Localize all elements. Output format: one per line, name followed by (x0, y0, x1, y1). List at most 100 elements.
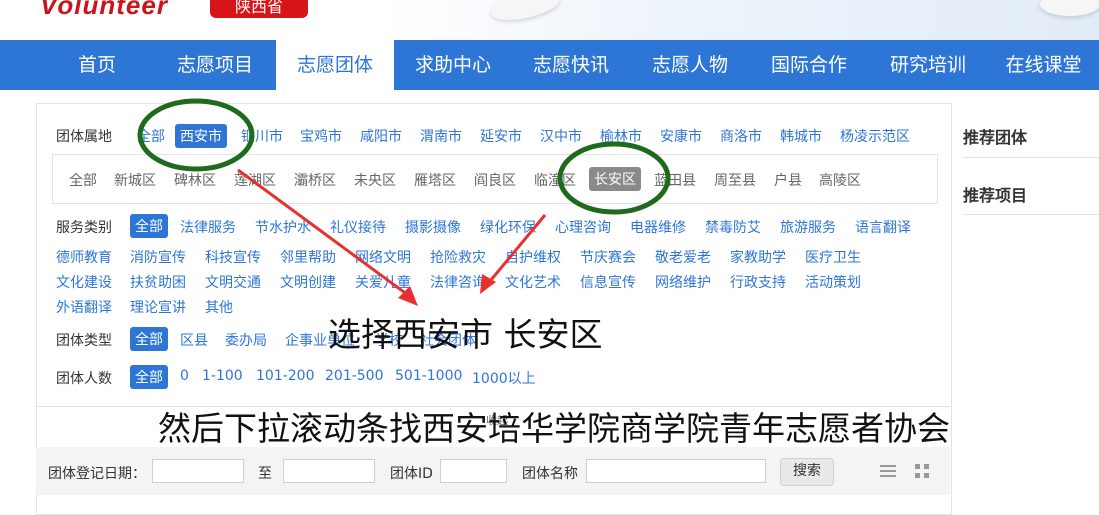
nav-groups[interactable]: 志愿团体 (276, 40, 394, 90)
nav-training[interactable]: 研究培训 (869, 40, 987, 90)
region-option[interactable]: 全部 (137, 126, 165, 146)
district-option[interactable]: 阎良区 (474, 170, 516, 190)
service-option[interactable]: 电器维修 (630, 217, 686, 237)
district-option[interactable]: 全部 (69, 170, 97, 190)
service-option[interactable]: 法律服务 (180, 217, 236, 237)
district-option[interactable]: 周至县 (714, 170, 756, 190)
service-option[interactable]: 文化艺术 (505, 272, 561, 292)
service-option[interactable]: 其他 (205, 297, 233, 317)
service-option[interactable]: 旅游服务 (780, 217, 836, 237)
size-option[interactable]: 101-200 (256, 368, 315, 384)
service-option-selected[interactable]: 全部 (130, 214, 168, 238)
nav-help-center[interactable]: 求助中心 (394, 40, 512, 90)
service-option[interactable]: 摄影摄像 (405, 217, 461, 237)
region-option[interactable]: 宝鸡市 (300, 126, 342, 146)
list-view-icon[interactable] (879, 462, 897, 480)
site-banner: Volunteer 陕西省 (0, 0, 1099, 40)
service-option[interactable]: 德师教育 (56, 247, 112, 267)
district-option-selected[interactable]: 长安区 (589, 167, 641, 191)
service-option[interactable]: 节庆赛会 (580, 247, 636, 267)
district-option[interactable]: 蓝田县 (654, 170, 696, 190)
recommend-projects-title: 推荐项目 (963, 186, 1028, 205)
district-option[interactable]: 雁塔区 (414, 170, 456, 190)
region-option[interactable]: 榆林市 (600, 126, 642, 146)
service-option[interactable]: 外语翻译 (56, 297, 112, 317)
service-option[interactable]: 礼仪接待 (330, 217, 386, 237)
service-option[interactable]: 禁毒防艾 (705, 217, 761, 237)
region-option[interactable]: 咸阳市 (360, 126, 402, 146)
nav-online-class[interactable]: 在线课堂 (988, 40, 1099, 90)
service-option[interactable]: 抢险救灾 (430, 247, 486, 267)
type-label: 团体类型 (56, 333, 112, 349)
district-option[interactable]: 临潼区 (534, 170, 576, 190)
service-option[interactable]: 绿化环保 (480, 217, 536, 237)
service-option[interactable]: 心理咨询 (555, 217, 611, 237)
region-option[interactable]: 汉中市 (540, 126, 582, 146)
nav-projects[interactable]: 志愿项目 (156, 40, 274, 90)
type-option[interactable]: 区县 (180, 330, 208, 350)
type-option[interactable]: 委办局 (225, 330, 267, 350)
service-label: 服务类别 (56, 220, 112, 236)
district-option[interactable]: 新城区 (114, 170, 156, 190)
region-option[interactable]: 杨凌示范区 (840, 126, 910, 146)
service-option[interactable]: 消防宣传 (130, 247, 186, 267)
size-option[interactable]: 1-100 (202, 368, 243, 384)
divider (963, 157, 1099, 158)
service-option[interactable]: 行政支持 (730, 272, 786, 292)
service-option[interactable]: 敬老爱老 (655, 247, 711, 267)
service-option[interactable]: 文明交通 (205, 272, 261, 292)
site-logo[interactable]: Volunteer (40, 0, 168, 21)
dove-image (488, 0, 562, 26)
district-option[interactable]: 莲湖区 (234, 170, 276, 190)
service-option[interactable]: 关爱儿童 (355, 272, 411, 292)
region-option[interactable]: 商洛市 (720, 126, 762, 146)
nav-home[interactable]: 首页 (38, 40, 156, 90)
nav-people[interactable]: 志愿人物 (631, 40, 749, 90)
service-option[interactable]: 医疗卫生 (805, 247, 861, 267)
district-option[interactable]: 未央区 (354, 170, 396, 190)
type-option-selected[interactable]: 全部 (130, 327, 168, 351)
region-option[interactable]: 延安市 (480, 126, 522, 146)
size-option[interactable]: 0 (180, 368, 189, 384)
district-option[interactable]: 碑林区 (174, 170, 216, 190)
service-option[interactable]: 文明创建 (280, 272, 336, 292)
region-option[interactable]: 安康市 (660, 126, 702, 146)
region-option-selected[interactable]: 西安市 (175, 124, 227, 148)
size-option[interactable]: 1000以上 (472, 368, 536, 388)
service-option[interactable]: 科技宣传 (205, 247, 261, 267)
name-label: 团体名称 (522, 466, 578, 482)
region-option[interactable]: 渭南市 (420, 126, 462, 146)
date-start-input[interactable] (152, 459, 244, 483)
service-option[interactable]: 法律咨询 (430, 272, 486, 292)
service-option[interactable]: 邻里帮助 (280, 247, 336, 267)
search-button[interactable]: 搜索 (780, 458, 834, 486)
size-option[interactable]: 501-1000 (395, 368, 462, 384)
to-label: 至 (258, 466, 272, 482)
service-option[interactable]: 理论宣讲 (130, 297, 186, 317)
district-option[interactable]: 高陵区 (819, 170, 861, 190)
service-option[interactable]: 节水护水 (255, 217, 311, 237)
group-id-input[interactable] (440, 459, 507, 483)
nav-news[interactable]: 志愿快讯 (512, 40, 630, 90)
nav-international[interactable]: 国际合作 (750, 40, 868, 90)
service-option[interactable]: 活动策划 (805, 272, 861, 292)
region-option[interactable]: 铜川市 (241, 126, 283, 146)
service-option[interactable]: 网络维护 (655, 272, 711, 292)
service-option[interactable]: 网络文明 (355, 247, 411, 267)
service-option[interactable]: 扶贫助困 (130, 272, 186, 292)
date-end-input[interactable] (283, 459, 375, 483)
service-option[interactable]: 信息宣传 (580, 272, 636, 292)
region-option[interactable]: 韩城市 (780, 126, 822, 146)
service-option[interactable]: 文化建设 (56, 272, 112, 292)
size-option-selected[interactable]: 全部 (130, 365, 168, 389)
service-option[interactable]: 语言翻译 (855, 217, 911, 237)
grid-view-icon[interactable] (913, 462, 931, 480)
size-label: 团体人数 (56, 371, 112, 387)
service-option[interactable]: 自护维权 (505, 247, 561, 267)
service-option[interactable]: 家教助学 (730, 247, 786, 267)
district-option[interactable]: 户县 (774, 170, 802, 190)
group-name-input[interactable] (586, 459, 766, 483)
size-option[interactable]: 201-500 (325, 368, 384, 384)
district-option[interactable]: 灞桥区 (294, 170, 336, 190)
dove-image (1040, 0, 1099, 16)
